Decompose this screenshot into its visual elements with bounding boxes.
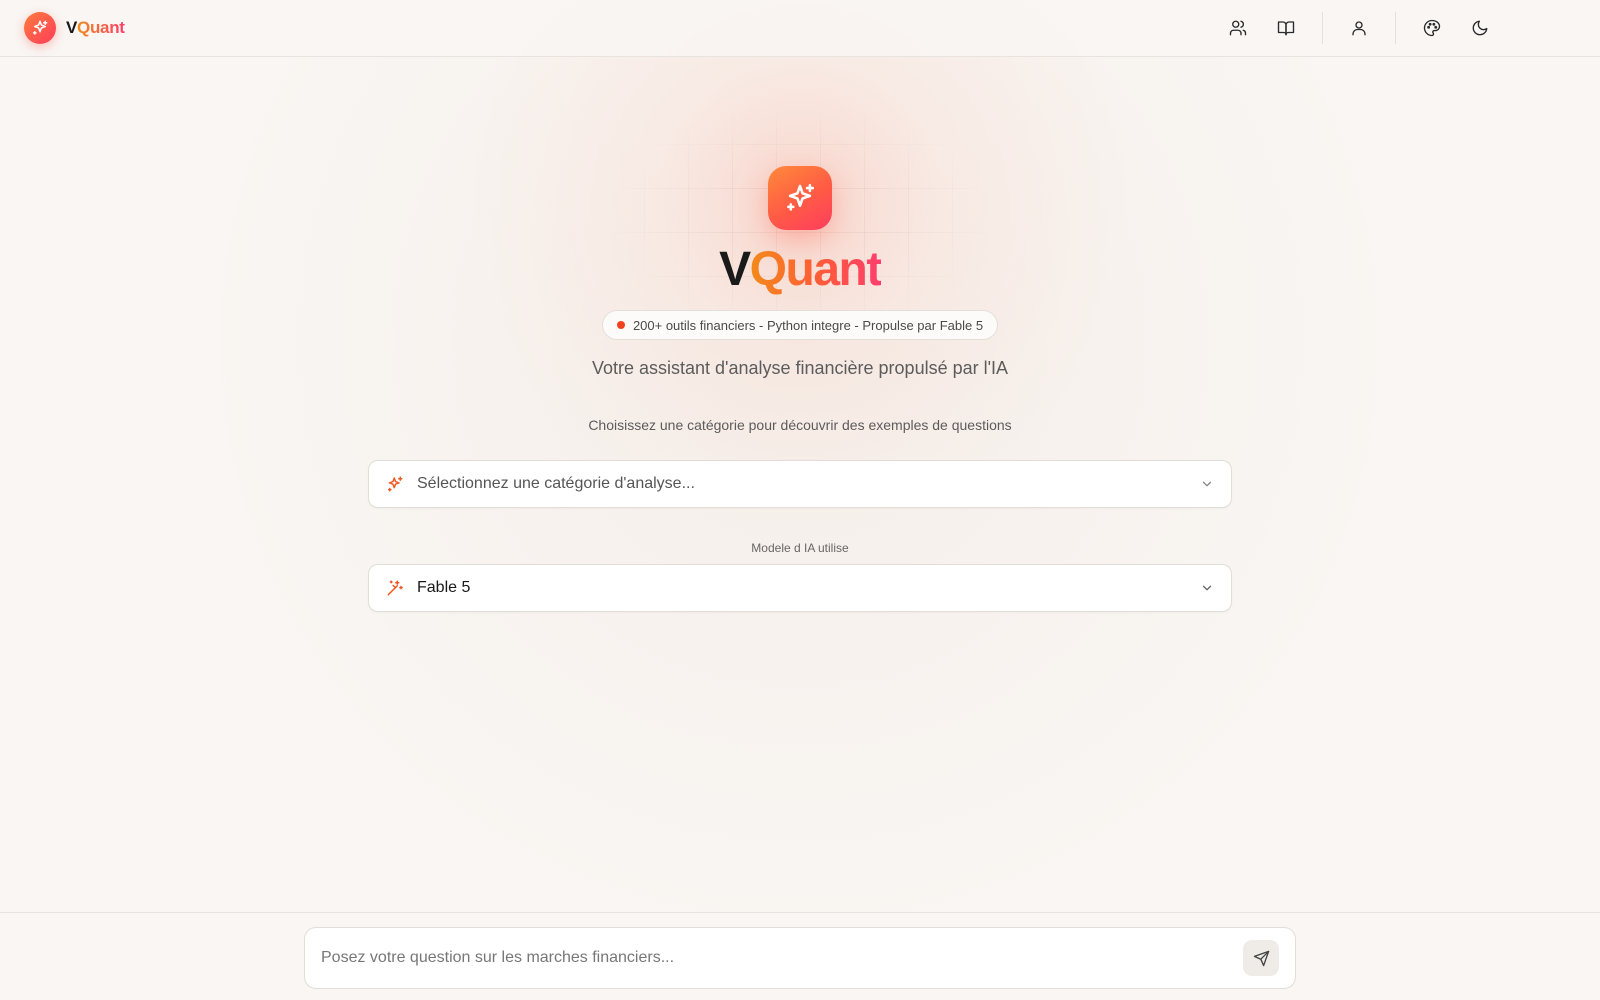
brand[interactable]: VQuant xyxy=(24,12,125,44)
send-button[interactable] xyxy=(1243,940,1279,976)
model-select[interactable]: Fable 5 xyxy=(368,564,1232,612)
model-select-label: Modele d IA utilise xyxy=(751,541,849,555)
hero-title: VQuant xyxy=(0,240,1600,300)
category-select-placeholder: Sélectionnez une catégorie d'analyse... xyxy=(417,475,695,492)
model-select-value: Fable 5 xyxy=(417,579,471,596)
sparkles-icon xyxy=(385,474,405,494)
feature-badge: 200+ outils financiers - Python integre … xyxy=(601,310,999,340)
status-dot-icon xyxy=(616,321,625,329)
brand-logo-icon xyxy=(24,12,56,44)
hero-sparkles-icon xyxy=(768,166,832,230)
hero-subtitle: Votre assistant d'analyse financière pro… xyxy=(591,358,1009,378)
user-icon xyxy=(1352,21,1366,36)
theme-palette-button[interactable] xyxy=(1412,8,1452,48)
category-select[interactable]: Sélectionnez une catégorie d'analyse... xyxy=(368,460,1232,508)
feature-badge-text: 200+ outils financiers - Python integre … xyxy=(632,317,984,333)
chat-footer xyxy=(0,912,1600,1000)
chevron-down-icon xyxy=(1199,476,1215,492)
send-icon xyxy=(1253,950,1269,966)
chat-composer xyxy=(304,927,1296,989)
nav-divider xyxy=(1322,12,1323,44)
wand-sparkles-icon xyxy=(385,578,405,598)
category-hint: Choisissez une catégorie pour découvrir … xyxy=(588,417,1012,433)
account-button[interactable] xyxy=(1339,8,1379,48)
header-nav xyxy=(1214,8,1504,48)
palette-icon xyxy=(1423,19,1441,37)
chevron-down-icon xyxy=(1199,580,1215,596)
nav-divider xyxy=(1395,12,1396,44)
book-open-icon xyxy=(1277,21,1295,36)
dark-mode-toggle[interactable] xyxy=(1460,8,1500,48)
brand-name-suffix: Quant xyxy=(77,18,125,37)
chat-input[interactable] xyxy=(321,949,1243,967)
top-header: VQuant xyxy=(0,0,1600,57)
hero-title-prefix: V xyxy=(719,243,751,296)
documentation-button[interactable] xyxy=(1266,8,1306,48)
brand-name: VQuant xyxy=(66,18,125,38)
users-icon xyxy=(1229,20,1247,36)
brand-name-prefix: V xyxy=(66,18,78,37)
community-button[interactable] xyxy=(1218,8,1258,48)
hero-title-suffix: Quant xyxy=(749,243,883,296)
feature-badge-wrapper: 200+ outils financiers - Python integre … xyxy=(0,310,1600,340)
moon-icon xyxy=(1472,20,1488,36)
